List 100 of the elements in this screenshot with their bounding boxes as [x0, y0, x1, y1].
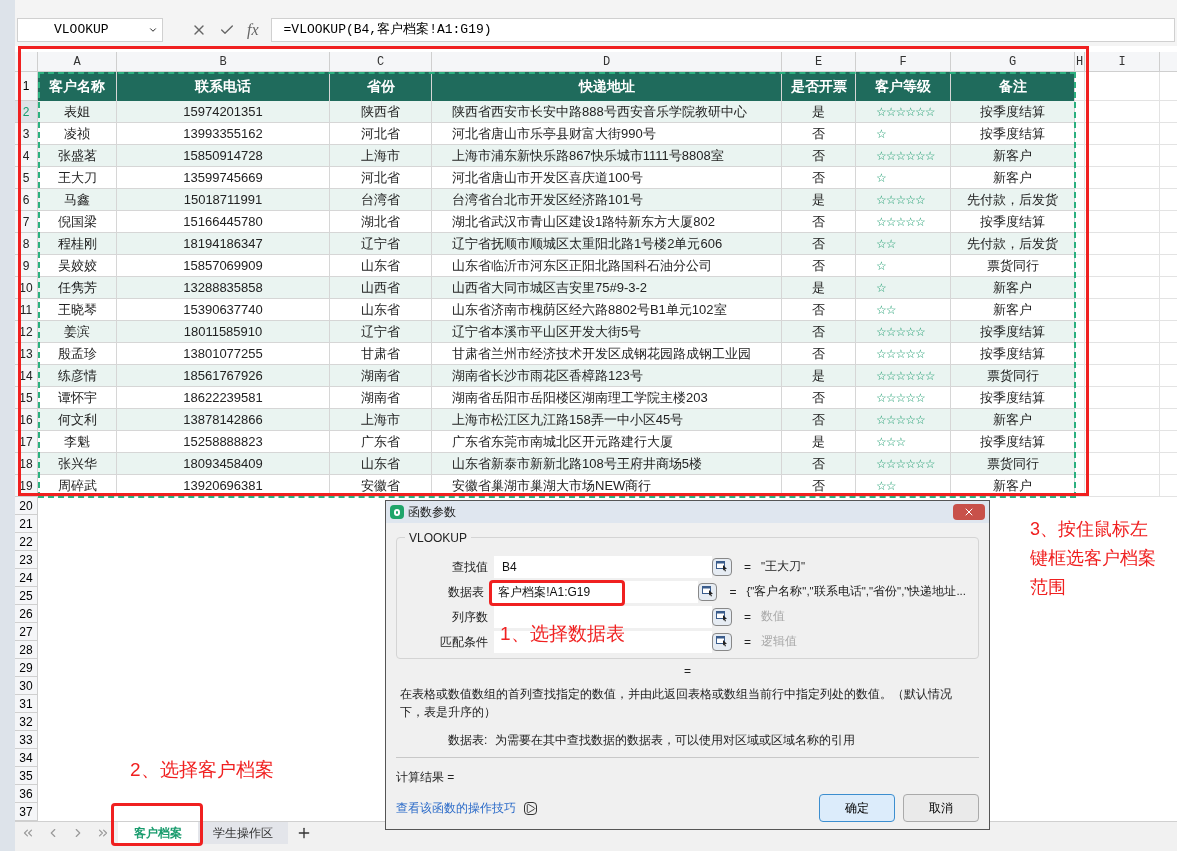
table-cell: ☆ [856, 123, 951, 145]
name-box[interactable]: VLOOKUP [17, 18, 163, 42]
column-header: 客户等级 [856, 72, 951, 101]
table-cell: 凌祯 [38, 123, 117, 145]
row-number[interactable]: 5 [15, 167, 38, 189]
row-number[interactable]: 33 [15, 731, 38, 749]
table-cell: 殷孟珍 [38, 343, 117, 365]
table-cell: 是 [782, 101, 856, 123]
row-number[interactable]: 34 [15, 749, 38, 767]
table-cell: 辽宁省本溪市平山区开发大街5号 [432, 321, 782, 343]
dropdown-icon [148, 25, 158, 35]
empty-cell [1075, 365, 1085, 387]
table-cell: 台湾省 [330, 189, 432, 211]
row-number[interactable]: 3 [15, 123, 38, 145]
table-cell: 上海市 [330, 145, 432, 167]
row-number[interactable]: 11 [15, 299, 38, 321]
table-cell: 上海市 [330, 409, 432, 431]
table-cell: 按季度结算 [951, 321, 1075, 343]
row-number[interactable]: 6 [15, 189, 38, 211]
equals-sign: = [729, 583, 737, 601]
help-link[interactable]: 查看该函数的操作技巧 [396, 799, 516, 817]
table-cell: 山东省临沂市河东区正阳北路国科石油分公司 [432, 255, 782, 277]
empty-cell [1075, 189, 1085, 211]
table-cell: 王晓琴 [38, 299, 117, 321]
parameter-field[interactable]: B4 [494, 555, 712, 578]
parameter-label: 查找值 [451, 558, 489, 576]
row-number[interactable]: 21 [15, 515, 38, 533]
function-description: 在表格或数值数组的首列查找指定的数值，并由此返回表格或数组当前行中指定列处的数值。（默认情况下，表是升序的） [400, 686, 953, 721]
table-cell: 13878142866 [117, 409, 330, 431]
table-cell: ☆☆ [856, 233, 951, 255]
row-number[interactable]: 10 [15, 277, 38, 299]
table-cell: 甘肃省 [330, 343, 432, 365]
equals-sign: = [744, 608, 751, 626]
table-cell: 河北省唐山市乐亭县财富大街990号 [432, 123, 782, 145]
table-cell: ☆☆☆☆☆☆ [856, 453, 951, 475]
row-number[interactable]: 14 [15, 365, 38, 387]
add-sheet-icon[interactable] [296, 825, 312, 841]
row-number[interactable]: 29 [15, 659, 38, 677]
sheet-tab[interactable]: 客户档案 [118, 822, 198, 844]
table-cell: 否 [782, 145, 856, 167]
row-number[interactable]: 25 [15, 587, 38, 605]
parameter-result: "王大刀" [761, 558, 806, 574]
row-number[interactable]: 27 [15, 623, 38, 641]
column-header: 客户名称 [38, 72, 117, 101]
argument-description: 为需要在其中查找数据的数据表，可以使用对区域或区域名称的引用 [495, 732, 856, 749]
row-number[interactable]: 24 [15, 569, 38, 587]
sheet-tab[interactable]: 学生操作区 [198, 822, 288, 844]
table-cell: 台湾省台北市开发区经济路101号 [432, 189, 782, 211]
function-button[interactable]: fx [247, 18, 259, 42]
table-cell: ☆☆☆☆☆ [856, 189, 951, 211]
close-button[interactable] [953, 504, 985, 520]
row-number[interactable]: 17 [15, 431, 38, 453]
table-cell: 18093458409 [117, 453, 330, 475]
row-number[interactable]: 26 [15, 605, 38, 623]
column-header: 联系电话 [117, 72, 330, 101]
table-cell: ☆ [856, 277, 951, 299]
row-number[interactable]: 32 [15, 713, 38, 731]
range-select-button[interactable] [712, 607, 732, 626]
row-number[interactable]: 35 [15, 767, 38, 785]
row-number[interactable]: 28 [15, 641, 38, 659]
range-select-button[interactable] [712, 632, 732, 651]
column-letter[interactable]: I [1085, 52, 1160, 72]
column-header: 备注 [951, 72, 1075, 101]
formula-field[interactable]: =VLOOKUP(B4,客户档案!A1:G19) [270, 18, 1175, 42]
column-header: 是否开票 [782, 72, 856, 101]
dialog-button[interactable]: 确定 [819, 794, 895, 822]
row-number[interactable]: 15 [15, 387, 38, 409]
table-cell: 新客户 [951, 409, 1075, 431]
range-select-button[interactable] [698, 582, 718, 601]
row-number[interactable]: 12 [15, 321, 38, 343]
row-number[interactable]: 7 [15, 211, 38, 233]
table-cell: 否 [782, 409, 856, 431]
table-cell: 18011585910 [117, 321, 330, 343]
parameter-label: 匹配条件 [439, 633, 489, 651]
table-cell: 湖北省 [330, 211, 432, 233]
table-cell: 15018711991 [117, 189, 330, 211]
row-number[interactable]: 36 [15, 785, 38, 803]
row-number[interactable]: 22 [15, 533, 38, 551]
row-number[interactable]: 8 [15, 233, 38, 255]
table-cell: 山东省 [330, 255, 432, 277]
row-number[interactable]: 30 [15, 677, 38, 695]
row-number[interactable]: 4 [15, 145, 38, 167]
row-number[interactable]: 37 [15, 803, 38, 821]
table-cell: 表姐 [38, 101, 117, 123]
table-cell: 票货同行 [951, 453, 1075, 475]
row-number[interactable]: 31 [15, 695, 38, 713]
row-number[interactable]: 16 [15, 409, 38, 431]
row-number[interactable]: 9 [15, 255, 38, 277]
dialog-button[interactable]: 取消 [903, 794, 979, 822]
empty-cell [1075, 277, 1085, 299]
column-letter[interactable]: H [1075, 52, 1085, 72]
range-select-button[interactable] [712, 557, 732, 576]
table-cell: 新客户 [951, 299, 1075, 321]
row-number[interactable]: 13 [15, 343, 38, 365]
table-cell: 吴姣姣 [38, 255, 117, 277]
row-number[interactable]: 23 [15, 551, 38, 569]
row-number[interactable]: 18 [15, 453, 38, 475]
row-number[interactable]: 20 [15, 497, 38, 515]
table-cell: 按季度结算 [951, 211, 1075, 233]
row-number[interactable]: 1 [15, 72, 38, 101]
